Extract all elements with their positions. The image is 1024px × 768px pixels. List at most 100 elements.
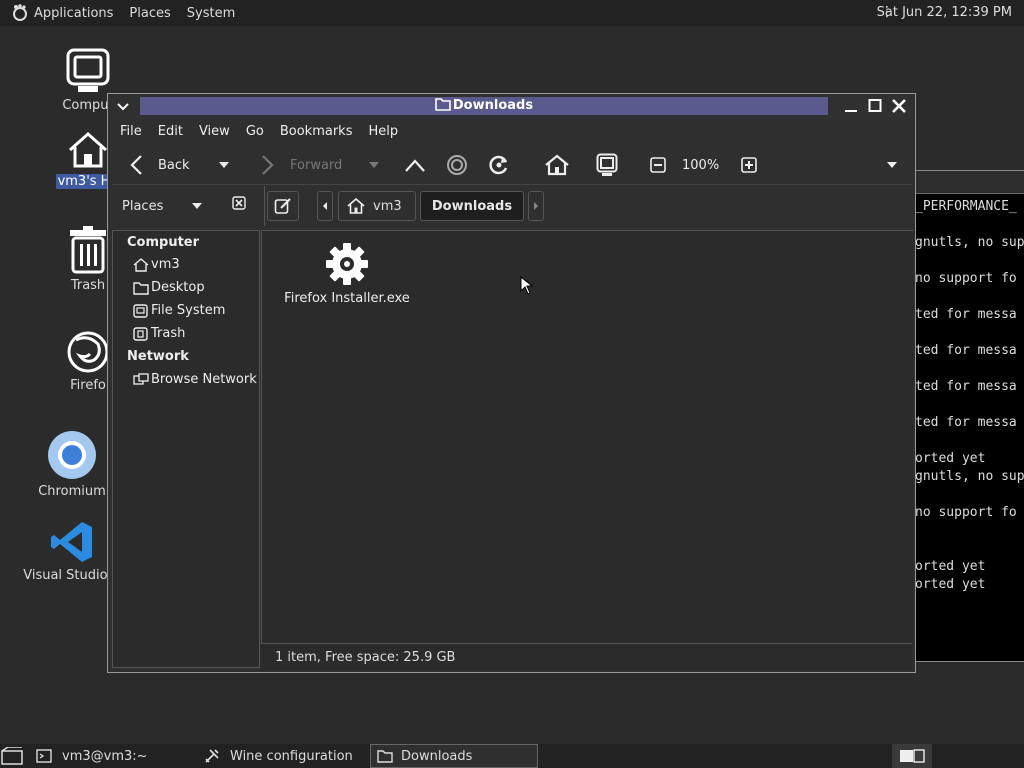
top-panel: Applications Places System ⋮ Sat Jun 22,… bbox=[0, 0, 1024, 26]
zoom-in-button[interactable] bbox=[741, 146, 757, 184]
taskbar-item-terminal[interactable]: vm3@vm3:~ bbox=[36, 744, 196, 768]
chromium-icon bbox=[48, 431, 96, 479]
maximize-icon bbox=[868, 99, 882, 112]
places-menu[interactable]: Places bbox=[129, 6, 170, 21]
window-title-area[interactable]: Downloads bbox=[140, 97, 828, 115]
home-icon bbox=[69, 131, 107, 168]
file-manager-window[interactable]: Downloads File Edit View Go Bookmarks He… bbox=[107, 93, 916, 673]
menu-help[interactable]: Help bbox=[360, 120, 406, 144]
computer-icon bbox=[66, 48, 110, 92]
toggle-location-entry-button[interactable] bbox=[267, 191, 299, 221]
close-button[interactable] bbox=[888, 96, 910, 116]
menu-view[interactable]: View bbox=[191, 120, 238, 144]
menubar: File Edit View Go Bookmarks Help bbox=[112, 120, 406, 144]
sidebar-item-browse-network[interactable]: Browse Network bbox=[133, 372, 257, 387]
forward-button[interactable]: Forward bbox=[258, 146, 342, 184]
zoom-out-button[interactable] bbox=[650, 146, 666, 184]
taskbar-item-label: Downloads bbox=[401, 748, 473, 764]
terminal-icon bbox=[36, 749, 52, 763]
edit-icon bbox=[274, 198, 291, 214]
window-titlebar[interactable]: Downloads bbox=[108, 94, 915, 118]
breadcrumb-current[interactable]: Downloads bbox=[420, 191, 524, 221]
toolbar-overflow-button[interactable] bbox=[886, 146, 898, 184]
close-icon bbox=[232, 196, 246, 210]
back-button[interactable]: Back bbox=[128, 146, 190, 184]
network-icon bbox=[133, 372, 149, 385]
stop-icon bbox=[447, 155, 467, 175]
background-terminal-window[interactable]: _PERFORMANCE_ gnutls, no sup no support … bbox=[910, 170, 1024, 662]
chevron-right-icon bbox=[534, 202, 538, 210]
desktop-icon-label: Trash bbox=[70, 278, 106, 293]
breadcrumb-scroll-right[interactable] bbox=[528, 191, 544, 221]
sidebar-item-home[interactable]: vm3 bbox=[133, 257, 180, 272]
show-desktop-button[interactable] bbox=[0, 744, 28, 768]
up-button[interactable] bbox=[404, 146, 426, 184]
up-arrow-icon bbox=[405, 159, 425, 172]
places-sidebar: Computer vm3 Desktop File System Trash N… bbox=[112, 230, 260, 668]
home-icon bbox=[347, 198, 365, 214]
zoom-level[interactable]: 100% bbox=[682, 146, 719, 184]
sidebar-type-selector[interactable]: Places bbox=[122, 194, 203, 218]
sidebar-item-file-system[interactable]: File System bbox=[133, 303, 225, 318]
gnome-foot-icon[interactable] bbox=[10, 3, 30, 23]
computer-button[interactable] bbox=[596, 146, 618, 184]
window-menu-button[interactable] bbox=[116, 96, 136, 116]
sidebar-item-trash[interactable]: Trash bbox=[133, 326, 185, 341]
chevron-down-icon bbox=[117, 103, 129, 111]
menu-file[interactable]: File bbox=[112, 120, 150, 144]
toolbar: Back Forward 100% bbox=[112, 146, 912, 184]
status-text: 1 item, Free space: 25.9 GB bbox=[275, 650, 456, 665]
zoom-out-icon bbox=[650, 157, 666, 173]
workspace-switcher[interactable] bbox=[892, 744, 932, 768]
back-history-dropdown[interactable] bbox=[218, 146, 230, 184]
sidebar-header-computer: Computer bbox=[127, 235, 200, 250]
close-sidebar-button[interactable] bbox=[232, 196, 252, 216]
gear-icon bbox=[326, 243, 368, 285]
sidebar-item-label: Trash bbox=[151, 326, 186, 341]
mouse-cursor-icon bbox=[520, 276, 534, 295]
zoom-label: 100% bbox=[682, 157, 720, 173]
breadcrumb-home[interactable]: vm3 bbox=[338, 191, 416, 221]
minimize-button[interactable] bbox=[840, 96, 862, 116]
maximize-button[interactable] bbox=[864, 96, 886, 116]
forward-arrow-icon bbox=[262, 155, 274, 175]
reload-icon bbox=[489, 155, 508, 175]
file-view[interactable]: Firefox Installer.exe bbox=[261, 230, 913, 643]
menu-go[interactable]: Go bbox=[238, 120, 272, 144]
computer-icon bbox=[596, 153, 618, 176]
trash-icon bbox=[70, 226, 106, 274]
stop-button[interactable] bbox=[446, 146, 468, 184]
home-icon bbox=[133, 257, 149, 272]
taskbar-item-downloads[interactable]: Downloads bbox=[370, 744, 538, 768]
places-label: Places bbox=[122, 198, 164, 214]
breadcrumb-scroll-left[interactable] bbox=[317, 191, 333, 221]
menu-bookmarks[interactable]: Bookmarks bbox=[272, 120, 361, 144]
reload-button[interactable] bbox=[488, 146, 510, 184]
sidebar-header-network: Network bbox=[127, 349, 189, 364]
terminal-titlebar[interactable] bbox=[911, 171, 1024, 194]
forward-history-dropdown[interactable] bbox=[368, 146, 380, 184]
folder-icon bbox=[435, 98, 451, 111]
sidebar-item-desktop[interactable]: Desktop bbox=[133, 280, 205, 295]
back-label: Back bbox=[158, 157, 190, 173]
chevron-left-icon bbox=[323, 202, 327, 210]
file-item[interactable]: Firefox Installer.exe bbox=[282, 241, 412, 306]
desktop-icon-label: Firefo bbox=[70, 378, 106, 393]
taskbar-item-label: vm3@vm3:~ bbox=[62, 748, 148, 764]
back-arrow-icon bbox=[130, 155, 142, 175]
menu-edit[interactable]: Edit bbox=[150, 120, 191, 144]
home-icon bbox=[545, 154, 569, 176]
file-name: Firefox Installer.exe bbox=[284, 291, 410, 306]
workspace-icon bbox=[900, 749, 925, 763]
forward-label: Forward bbox=[290, 157, 343, 173]
breadcrumb-home-label: vm3 bbox=[373, 198, 402, 214]
applications-menu[interactable]: Applications bbox=[34, 6, 113, 21]
home-button[interactable] bbox=[544, 146, 570, 184]
clock[interactable]: Sat Jun 22, 12:39 PM bbox=[877, 5, 1012, 20]
dropdown-arrow-icon bbox=[192, 203, 203, 209]
taskbar-item-wine[interactable]: Wine configuration bbox=[204, 744, 364, 768]
sidebar-item-label: vm3 bbox=[151, 257, 180, 272]
system-menu[interactable]: System bbox=[187, 6, 235, 21]
location-bar: Places vm3 Downloads bbox=[112, 186, 912, 226]
vscode-icon bbox=[51, 522, 92, 562]
